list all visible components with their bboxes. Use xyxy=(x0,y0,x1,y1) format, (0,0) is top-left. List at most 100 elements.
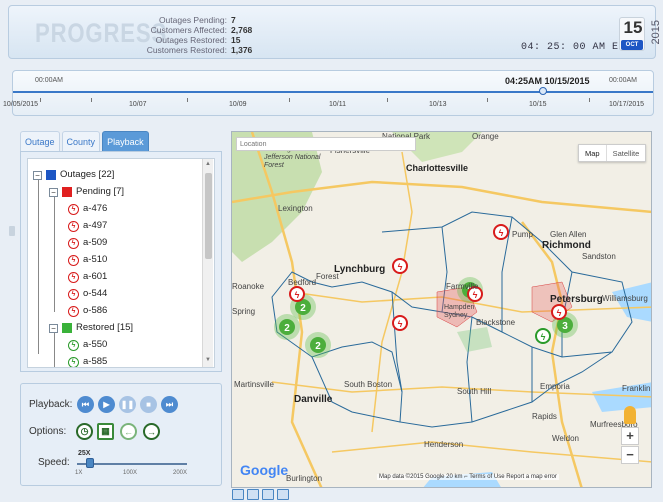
tree-scrollbar[interactable]: ▲ ▼ xyxy=(202,159,213,367)
tree-item-pending[interactable]: ϟ o-544 xyxy=(68,286,107,302)
outage-tree: − Outages [22] − Pending [7] ϟ a-476 ϟ a… xyxy=(27,158,215,368)
map-place-label: Richmond xyxy=(542,240,591,251)
pending-outage-marker[interactable]: ϟ xyxy=(392,315,408,331)
pending-outage-icon: ϟ xyxy=(68,237,79,249)
restored-outage-marker[interactable]: ϟ xyxy=(535,328,551,344)
timeline-date: 10/11 xyxy=(329,101,346,108)
tree-item-pending[interactable]: ϟ a-601 xyxy=(68,269,107,285)
pending-outage-icon: ϟ xyxy=(68,288,79,300)
map-attribution[interactable]: Map data ©2015 Google 20 km ⌐ Terms of U… xyxy=(377,474,559,480)
options-label: Options: xyxy=(29,426,67,437)
tree-item-label: a-550 xyxy=(83,339,108,350)
tree-node-pending[interactable]: − Pending [7] xyxy=(49,184,124,200)
speed-tick: 1X xyxy=(75,470,83,476)
collapse-icon[interactable]: − xyxy=(49,323,58,333)
stop-button[interactable]: ■ xyxy=(140,396,157,413)
timeline-tick xyxy=(289,98,290,102)
street-view-pegman-icon[interactable] xyxy=(624,406,636,424)
map-place-label: Weldon xyxy=(552,434,579,443)
map-place-label: Danville xyxy=(294,394,333,405)
calendar-view-icon[interactable] xyxy=(262,489,274,500)
restored-cluster[interactable]: 2 xyxy=(274,314,300,340)
collapse-icon[interactable]: − xyxy=(33,170,42,180)
pending-outage-icon: ϟ xyxy=(68,254,79,266)
play-button[interactable]: ▶ xyxy=(98,396,115,413)
county-boundary xyxy=(391,291,403,393)
view-toggle-icons xyxy=(232,489,289,500)
timeline-date: 10/13 xyxy=(429,101,447,108)
tab-county[interactable]: County xyxy=(61,131,101,151)
restored-cluster[interactable]: 2 xyxy=(305,332,331,358)
highway-road xyxy=(331,441,651,463)
outages-square-icon xyxy=(46,170,56,180)
tree-item-pending[interactable]: ϟ a-497 xyxy=(68,218,107,234)
pending-outage-marker[interactable]: ϟ xyxy=(551,304,567,320)
map-place-label: Lynchburg xyxy=(334,264,386,275)
pending-outage-marker[interactable]: ϟ xyxy=(289,286,305,302)
forward-arrow-icon[interactable]: → xyxy=(143,423,160,440)
map-type-map-button[interactable]: Map xyxy=(579,145,606,161)
map-canvas[interactable]: 2 2 2 3 3 ϟ ϟ xyxy=(232,132,652,488)
stat-value: 15 xyxy=(231,35,241,45)
tree-item-label: o-544 xyxy=(83,288,108,299)
scroll-up-icon[interactable]: ▲ xyxy=(205,161,211,167)
tree-node-label: Outages [22] xyxy=(60,169,115,180)
map-place-label: South Hill xyxy=(457,387,492,396)
location-search-input[interactable] xyxy=(236,137,416,151)
timeline-handle[interactable] xyxy=(539,87,547,95)
interstate-road xyxy=(521,221,583,487)
speed-tick: 200X xyxy=(173,470,188,476)
date-badge: 15 OCT xyxy=(619,17,645,51)
pending-outage-icon: ϟ xyxy=(68,220,79,232)
pending-outage-marker[interactable]: ϟ xyxy=(392,258,408,274)
tree-line xyxy=(54,192,55,312)
tree-item-restored[interactable]: ϟ a-585 xyxy=(68,354,107,367)
svg-text:3: 3 xyxy=(562,321,568,332)
calendar-icon[interactable]: ▦ xyxy=(97,423,114,440)
skip-forward-button[interactable]: ⏭ xyxy=(161,396,178,413)
tree-item-pending[interactable]: ϟ a-510 xyxy=(68,252,107,268)
tab-playback[interactable]: Playback xyxy=(102,131,149,151)
zoom-in-button[interactable]: + xyxy=(621,427,639,445)
restored-square-icon xyxy=(62,323,72,333)
collapse-icon[interactable]: − xyxy=(49,187,58,197)
stat-row: Outages Pending: 7 xyxy=(129,15,252,25)
table-view-icon[interactable] xyxy=(247,489,259,500)
svg-text:ϟ: ϟ xyxy=(557,308,562,318)
tree-item-pending[interactable]: ϟ a-509 xyxy=(68,235,107,251)
svg-text:ϟ: ϟ xyxy=(398,262,403,272)
scroll-down-icon[interactable]: ▼ xyxy=(205,357,211,363)
zoom-out-button[interactable]: − xyxy=(621,446,639,464)
map-type-satellite-button[interactable]: Satellite xyxy=(605,145,646,161)
skip-back-button[interactable]: ⏮ xyxy=(77,396,94,413)
tree-item-restored[interactable]: ϟ a-550 xyxy=(68,337,107,353)
outage-map[interactable]: 2 2 2 3 3 ϟ ϟ xyxy=(231,131,652,488)
speed-slider-handle[interactable] xyxy=(86,458,95,468)
tree-node-restored[interactable]: − Restored [15] xyxy=(49,320,133,336)
tree-node-label: Pending [7] xyxy=(76,186,125,197)
panel-collapse-handle[interactable] xyxy=(9,226,15,236)
svg-text:ϟ: ϟ xyxy=(499,228,504,238)
back-arrow-icon[interactable]: ← xyxy=(120,423,137,440)
tree-node-outages[interactable]: − Outages [22] xyxy=(33,167,114,183)
tree-item-pending[interactable]: ϟ o-586 xyxy=(68,303,107,319)
timeline-track[interactable] xyxy=(13,91,653,93)
list-view-icon[interactable] xyxy=(232,489,244,500)
map-type-control: Map Satellite xyxy=(578,144,647,162)
settings-view-icon[interactable] xyxy=(277,489,289,500)
timeline[interactable]: 00:00AM 04:25AM 10/15/2015 00:00AM 10/05… xyxy=(3,70,654,116)
pause-button[interactable]: ❚❚ xyxy=(119,396,136,413)
map-place-label: Henderson xyxy=(424,440,464,449)
speed-label: Speed: xyxy=(38,457,70,468)
pending-outage-marker[interactable]: ϟ xyxy=(493,224,509,240)
svg-text:ϟ: ϟ xyxy=(541,332,546,342)
timeline-start-time: 00:00AM xyxy=(35,77,64,84)
clock-icon[interactable]: ◷ xyxy=(76,423,93,440)
map-place-label: Martinsville xyxy=(234,380,275,389)
playback-label: Playback: xyxy=(29,399,73,410)
tree-item-pending[interactable]: ϟ a-476 xyxy=(68,201,107,217)
scroll-thumb[interactable] xyxy=(205,173,212,259)
timeline-tick xyxy=(91,98,92,102)
tab-outage[interactable]: Outage xyxy=(20,131,60,151)
stat-row: Customers Restored: 1,376 xyxy=(129,45,253,55)
